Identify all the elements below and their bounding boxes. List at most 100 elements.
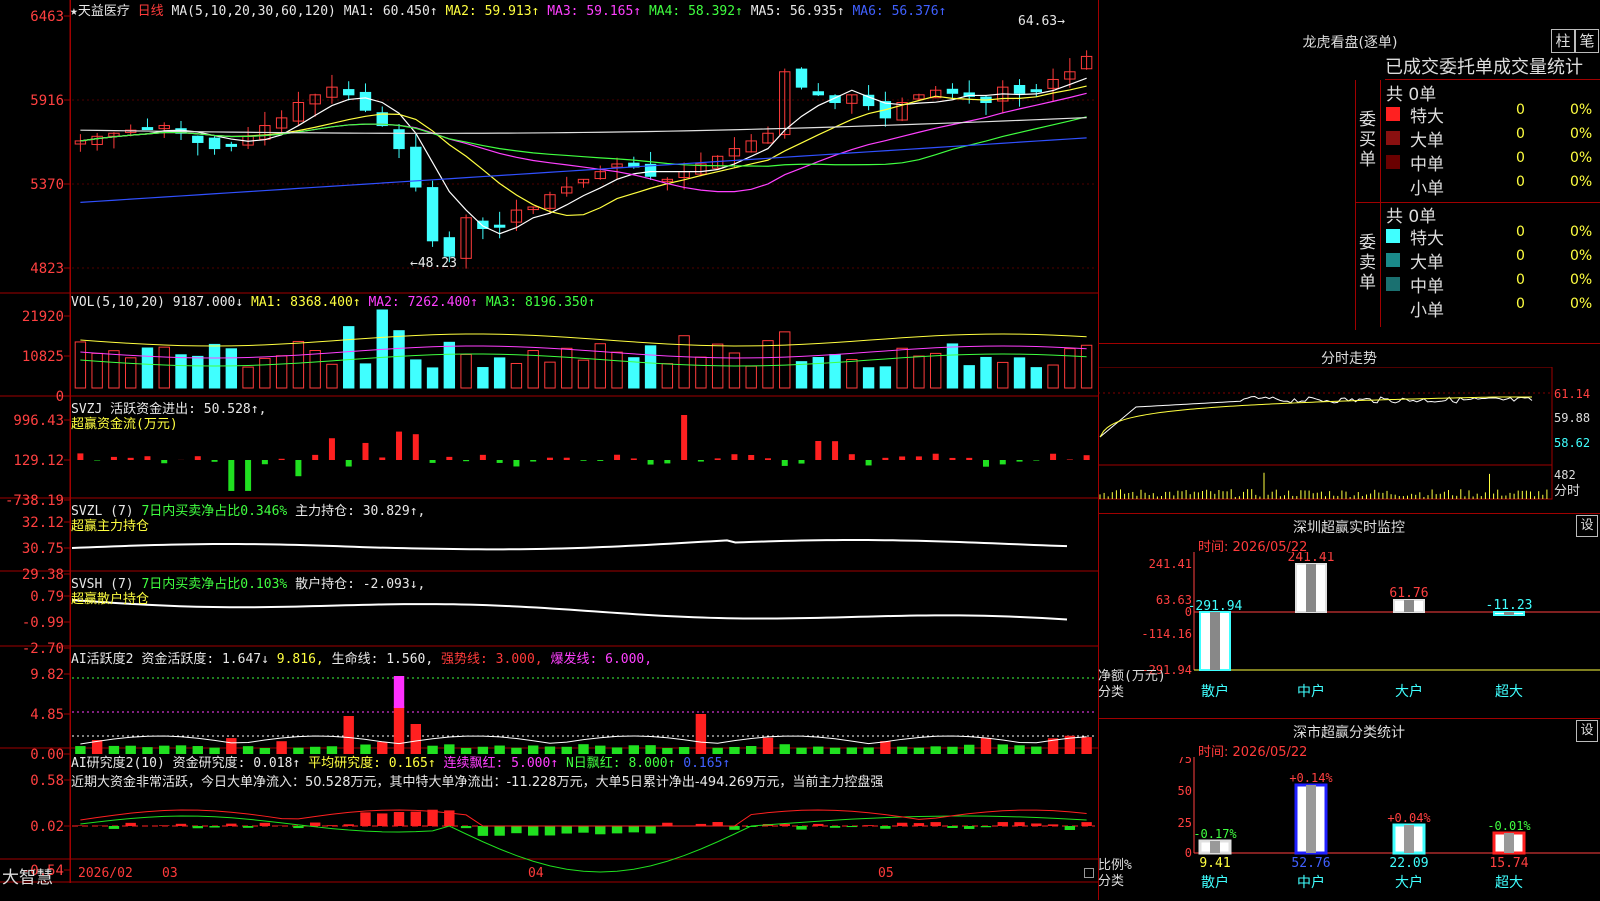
flow-bar: [949, 458, 955, 460]
sell-row: 特大00%: [1380, 224, 1590, 248]
ai1-burstline: 爆发线: 6.000,: [550, 652, 652, 667]
lock-icon[interactable]: [1084, 868, 1094, 878]
volume-bar: [562, 348, 572, 388]
volume-bar: [662, 364, 672, 388]
svsh-axis-label: -2.70: [22, 641, 64, 657]
flow-bar: [899, 456, 905, 460]
activity-bar: [847, 747, 857, 754]
buy-rows: 共 0单 特大00%大单00%中单00%小单00%: [1380, 80, 1600, 202]
volume-bar: [1014, 358, 1024, 388]
vol-header: VOL(5,10,20) 9187.000↓ MA1: 8368.400↑ MA…: [71, 295, 595, 310]
flow-bar: [77, 453, 83, 460]
research-bar: [293, 826, 303, 828]
candle: [1014, 86, 1024, 94]
flow-bar: [849, 454, 855, 460]
order-stat-tabs[interactable]: 已成交委托单成交量统计: [1385, 53, 1600, 80]
volume-bar: [863, 368, 873, 388]
flow-bar: [731, 454, 737, 460]
sz-axis-label: 241.41: [1149, 557, 1192, 571]
flow-bar: [497, 460, 503, 463]
volume-bar: [109, 351, 119, 388]
intraday-chart[interactable]: 61.1459.8858.62482分时: [1098, 367, 1600, 514]
volume-ma-line: [80, 334, 1086, 346]
bar-view-button[interactable]: 柱: [1551, 29, 1575, 53]
candle: [360, 92, 370, 110]
flow-bar: [983, 460, 989, 467]
research-bar: [176, 824, 186, 826]
sc-xlabel: 分类: [1098, 874, 1124, 889]
sc-bar-value: 22.09: [1389, 856, 1428, 871]
sc-settings-button[interactable]: 设: [1576, 720, 1598, 742]
color-swatch: [1386, 107, 1400, 121]
sz-class-section: 深市超赢分类统计 设 时间: 2026/05/22 7550250比例%分类-0…: [1098, 718, 1600, 901]
research-bar: [159, 825, 169, 826]
volume-bar: [897, 348, 907, 388]
research-bar: [478, 826, 488, 836]
period-label[interactable]: 日线: [138, 4, 164, 19]
sc-bar-chart: 7550250比例%分类-0.17%9.41散户+0.14%52.76中户+0.…: [1098, 757, 1600, 901]
research-bar: [193, 826, 203, 828]
sz-settings-button[interactable]: 设: [1576, 515, 1598, 537]
candle: [444, 238, 454, 256]
research-bar: [612, 826, 622, 833]
svzj-axis-label: 129.12: [13, 453, 64, 469]
flow-bar: [94, 460, 100, 461]
buy-label: 小单: [1410, 174, 1444, 199]
candle: [344, 90, 354, 95]
activity-bar: [1081, 737, 1091, 754]
vol-ma1: MA1: 8368.400↑: [251, 295, 361, 310]
research-bar: [880, 826, 890, 829]
price-axis-label: 5916: [30, 93, 64, 109]
research-bar: [914, 823, 924, 826]
research-bar: [209, 826, 219, 828]
volume-bar: [763, 341, 773, 388]
activity-bar: [344, 716, 354, 754]
sell-label: 特大: [1410, 224, 1444, 249]
price-axis-label: 4823: [30, 261, 64, 277]
sc-ylabel: 比例%: [1098, 858, 1132, 873]
activity-bar: [998, 744, 1008, 754]
volume-bar: [344, 327, 354, 388]
intraday-axis-label: 59.88: [1554, 411, 1590, 425]
candle: [494, 225, 504, 227]
sc-category: 大户: [1395, 874, 1423, 891]
candle: [193, 136, 203, 142]
sell-pct: 0%: [1570, 296, 1592, 312]
volume-bar: [444, 342, 454, 388]
volume-bar: [914, 356, 924, 388]
flow-bar: [329, 438, 335, 460]
flow-bar: [362, 443, 368, 460]
month-05: 05: [878, 866, 894, 881]
sc-bar-value: 52.76: [1291, 856, 1330, 871]
sell-pct: 0%: [1570, 248, 1592, 264]
sz-monitor-title: 深圳超赢实时监控: [1098, 517, 1600, 537]
activity-bar: [897, 747, 907, 754]
volume-bar: [75, 342, 85, 388]
price-axis-label: 5370: [30, 177, 64, 193]
volume-bar: [394, 331, 404, 388]
flow-bar: [295, 460, 301, 476]
ai2-comment: 近期大资金非常活跃，今日大单净流入：50.528万元，其中特大单净流出：-11.…: [71, 771, 883, 790]
main-chart-area[interactable]: 646359165370482321920108250996.43129.12-…: [0, 0, 1098, 883]
brand-logo: 大智慧: [2, 863, 53, 888]
research-bar: [930, 822, 940, 826]
buy-count: 0: [1516, 174, 1525, 190]
sz-bar-value: 241.41: [1288, 552, 1335, 565]
stock-name: ★天益医疗: [70, 4, 130, 19]
research-bar: [260, 823, 270, 826]
ai1-label: AI活跃度2: [71, 652, 133, 667]
flow-bar: [597, 460, 603, 461]
volume-bar: [612, 352, 622, 388]
tick-view-button[interactable]: 笔: [1575, 29, 1599, 53]
sc-bar-value: 9.41: [1199, 856, 1230, 871]
intraday-vol-label: 482: [1554, 468, 1576, 482]
sz-category: 散户: [1201, 683, 1229, 700]
research-bar: [712, 822, 722, 826]
flow-bar: [161, 460, 167, 463]
intraday-axis-label: 58.62: [1554, 436, 1590, 450]
volume-bar: [696, 357, 706, 388]
intraday-section[interactable]: 分时走势 61.1459.8858.62482分时: [1098, 343, 1600, 514]
intraday-vol-caption: 分时: [1554, 484, 1580, 499]
price-axis-label: 6463: [30, 9, 64, 25]
buy-label: 中单: [1410, 150, 1444, 175]
